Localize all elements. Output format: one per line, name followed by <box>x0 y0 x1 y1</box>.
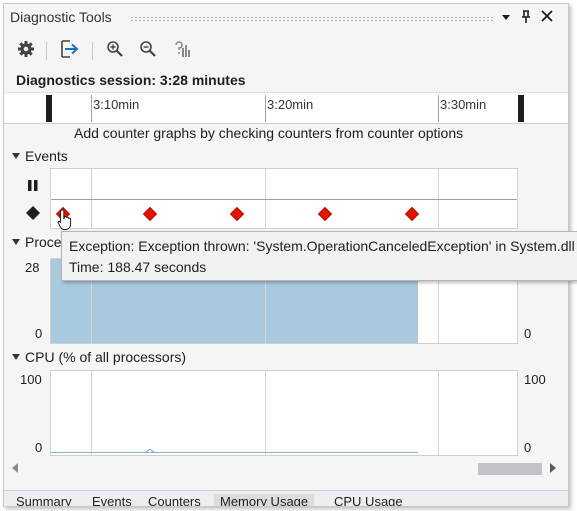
pause-icon[interactable] <box>28 179 38 194</box>
tab-summary[interactable]: Summary <box>10 494 78 506</box>
events-timeline[interactable] <box>50 168 518 229</box>
events-divider <box>51 199 517 200</box>
memory-axis-min: 0 <box>35 326 43 341</box>
collapse-caret-icon <box>12 239 20 245</box>
cpu-section-header[interactable]: CPU (% of all processors) <box>12 349 186 365</box>
gear-icon <box>17 40 35 61</box>
memory-axis-min-right: 0 <box>524 326 532 341</box>
zoom-out-button[interactable] <box>136 38 160 62</box>
tab-memory-usage[interactable]: Memory Usage <box>214 494 315 506</box>
tab-events[interactable]: Events <box>86 494 138 506</box>
export-icon <box>60 39 80 61</box>
ruler-tick <box>265 95 266 122</box>
scroll-right-icon[interactable] <box>550 463 556 473</box>
ruler-tick <box>91 95 92 122</box>
ruler-label: 3:30min <box>440 97 487 112</box>
scroll-thumb[interactable] <box>478 463 542 475</box>
window-title: Diagnostic Tools <box>10 9 112 25</box>
tab-counters[interactable]: Counters <box>142 494 207 506</box>
events-section-header[interactable]: Events <box>12 148 68 164</box>
zoom-in-icon <box>106 40 124 61</box>
ruler-tick <box>438 95 439 122</box>
cpu-graph[interactable] <box>50 370 518 456</box>
exception-event-marker[interactable] <box>317 206 333 222</box>
tooltip-time-text: Time: 188.47 seconds <box>69 259 207 275</box>
zoom-out-icon <box>139 40 157 61</box>
toolbar <box>4 34 568 66</box>
grid-line <box>265 371 266 455</box>
cpu-axis-min-right: 0 <box>524 440 532 455</box>
timeline-end-handle[interactable] <box>518 95 524 122</box>
tab-strip: Summary Events Counters Memory Usage CPU… <box>4 490 568 506</box>
tooltip-exception-text: Exception: Exception thrown: 'System.Ope… <box>69 238 575 254</box>
grid-line <box>91 371 92 455</box>
exception-event-marker[interactable] <box>142 206 158 222</box>
title-bar: Diagnostic Tools <box>4 4 568 32</box>
toolbar-separator <box>46 42 47 60</box>
cpu-axis-max-right: 100 <box>524 372 546 387</box>
horizontal-scrollbar[interactable] <box>4 461 568 477</box>
timeline-start-handle[interactable] <box>46 95 52 122</box>
events-section-label: Events <box>25 148 68 164</box>
cpu-usage-line <box>51 452 418 453</box>
exception-event-marker[interactable] <box>404 206 420 222</box>
exception-event-marker[interactable] <box>229 206 245 222</box>
pin-icon[interactable] <box>518 10 534 26</box>
collapse-caret-icon <box>12 354 20 360</box>
grid-line <box>438 371 439 455</box>
ruler-label: 3:10min <box>93 97 140 112</box>
close-icon[interactable] <box>539 10 555 26</box>
cpu-axis-max: 100 <box>20 372 42 387</box>
ruler-label: 3:20min <box>267 97 314 112</box>
session-duration: Diagnostics session: 3:28 minutes <box>16 72 246 88</box>
zoom-in-button[interactable] <box>103 38 127 62</box>
diamond-icon[interactable] <box>26 206 40 223</box>
cpu-section-label: CPU (% of all processors) <box>25 349 187 365</box>
settings-button[interactable] <box>14 38 38 62</box>
event-tooltip: Exception: Exception thrown: 'System.Ope… <box>61 231 577 281</box>
timeline-ruler[interactable]: 3:10min 3:20min 3:30min <box>4 92 568 124</box>
tab-cpu-usage[interactable]: CPU Usage <box>328 494 409 506</box>
counter-options-hint: Add counter graphs by checking counters … <box>74 125 464 141</box>
cpu-spike <box>145 449 155 454</box>
hand-cursor-icon <box>57 209 73 234</box>
title-grip[interactable] <box>130 16 494 21</box>
scroll-left-icon[interactable] <box>12 463 18 473</box>
window-menu-icon[interactable] <box>498 10 514 26</box>
reset-zoom-button[interactable] <box>169 38 193 62</box>
toolbar-separator <box>92 42 93 60</box>
select-tools-button[interactable] <box>58 38 82 62</box>
reset-zoom-icon <box>171 40 191 61</box>
collapse-caret-icon <box>12 153 20 159</box>
cpu-axis-min: 0 <box>35 440 43 455</box>
memory-axis-max: 28 <box>25 260 40 275</box>
